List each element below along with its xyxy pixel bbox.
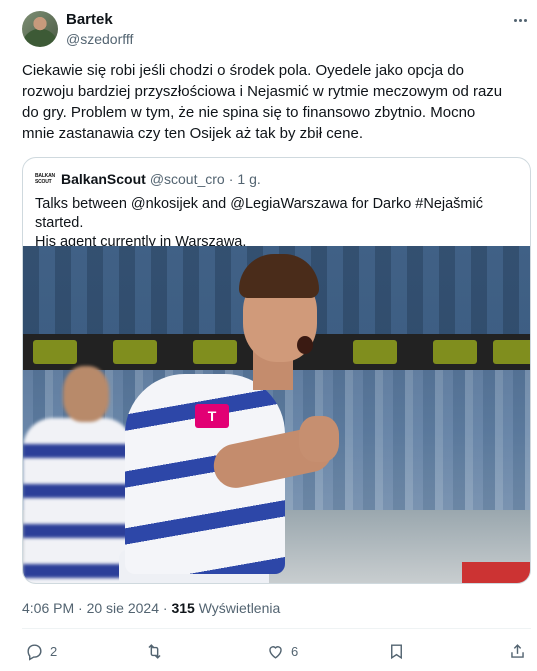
bookmark-icon (391, 644, 402, 660)
quoted-author-name[interactable]: BalkanScout (61, 171, 146, 187)
quoted-tweet-header: BALKAN SCOUT BalkanScout @scout_cro · 1 … (35, 171, 261, 187)
like-icon (269, 646, 282, 659)
tweet: Bartek @szedorfff Ciekawie się robi jeśl… (0, 0, 537, 671)
like-count: 6 (291, 644, 299, 659)
quoted-tweet[interactable]: BALKAN SCOUT BalkanScout @scout_cro · 1 … (22, 157, 531, 584)
reply-icon (27, 644, 42, 661)
views-label: Wyświetlenia (198, 600, 281, 616)
tweet-meta: 4:06 PM · 20 sie 2024 · 315 Wyświetlenia (22, 600, 280, 616)
quoted-logo-line2: SCOUT (35, 179, 52, 185)
reply-button[interactable]: 2 (25, 642, 57, 661)
photo-main-player: T (103, 254, 363, 583)
meta-separator: · (78, 600, 83, 616)
share-button[interactable] (508, 642, 527, 661)
bookmark-button[interactable] (387, 642, 406, 661)
retweet-button[interactable] (145, 642, 164, 661)
photo-sponsor-logo: T (195, 404, 229, 428)
reply-count: 2 (50, 644, 58, 659)
tweet-date[interactable]: 20 sie 2024 (87, 600, 159, 616)
photo-red-board (462, 562, 530, 583)
author-handle[interactable]: @szedorfff (66, 31, 133, 47)
tweet-text: Ciekawie się robi jeśli chodzi o środek … (22, 62, 503, 142)
quoted-time[interactable]: 1 g. (237, 171, 260, 187)
more-icon[interactable] (510, 12, 530, 28)
quoted-author-handle[interactable]: @scout_cro (150, 171, 225, 187)
action-bar: 2 6 (22, 642, 531, 664)
quoted-author-avatar[interactable]: BALKAN SCOUT (35, 172, 55, 186)
author-name[interactable]: Bartek (66, 11, 113, 28)
quoted-separator: · (228, 171, 234, 187)
meta-separator-2: · (162, 600, 168, 616)
author-avatar[interactable] (22, 11, 58, 47)
quoted-tweet-text: Talks between @nkosijek and @LegiaWarsza… (35, 196, 483, 250)
views-count: 315 (171, 600, 195, 616)
share-icon (511, 644, 524, 658)
retweet-icon (148, 644, 161, 659)
quoted-photo[interactable]: T (23, 246, 530, 583)
like-button[interactable]: 6 (266, 642, 298, 661)
tweet-time[interactable]: 4:06 PM (22, 600, 74, 616)
divider (22, 628, 531, 629)
